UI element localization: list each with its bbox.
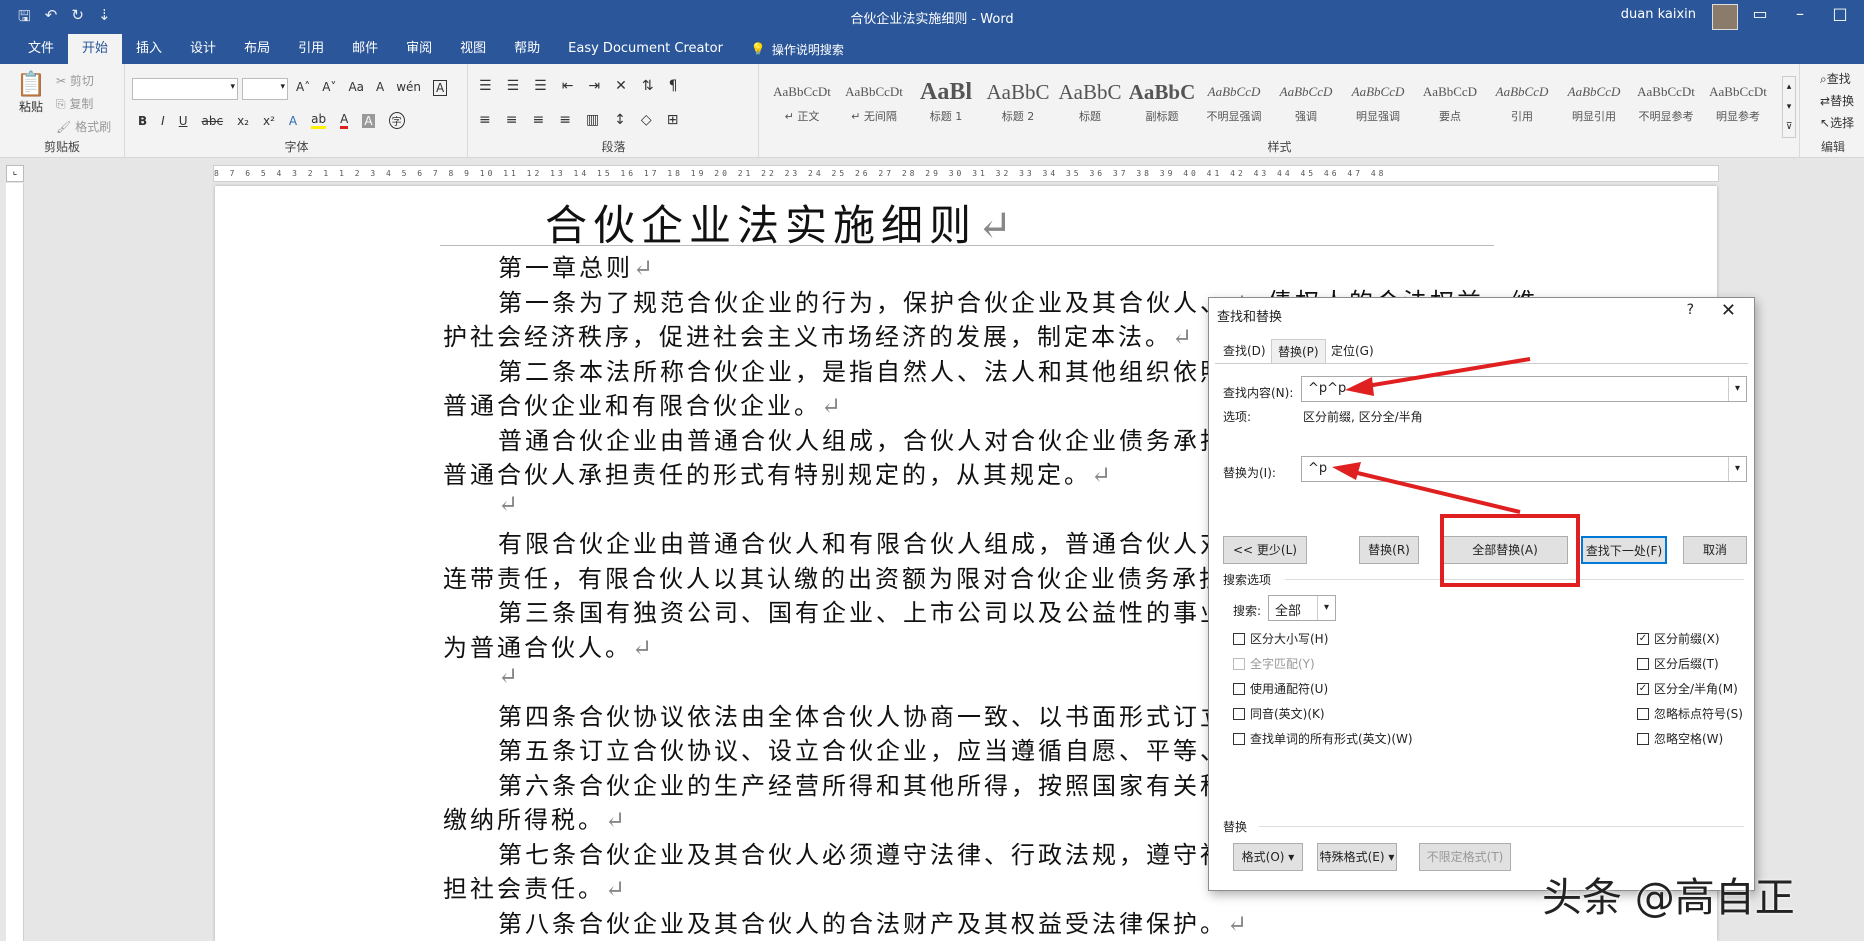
- replace-all-highlight: [1440, 514, 1580, 587]
- annotation-arrow-replace: [1344, 468, 1521, 514]
- word-window: { "titlebar": {"title": "合伙企业法实施细则 - Wor…: [0, 0, 1864, 941]
- annotation-arrowhead-find: [1345, 377, 1374, 396]
- annotation-overlay: [1332, 357, 1531, 514]
- watermark: 头条 @高自正: [1542, 875, 1795, 921]
- annotation-arrow-find: [1354, 357, 1531, 390]
- annotation-arrowhead-replace: [1332, 462, 1361, 480]
